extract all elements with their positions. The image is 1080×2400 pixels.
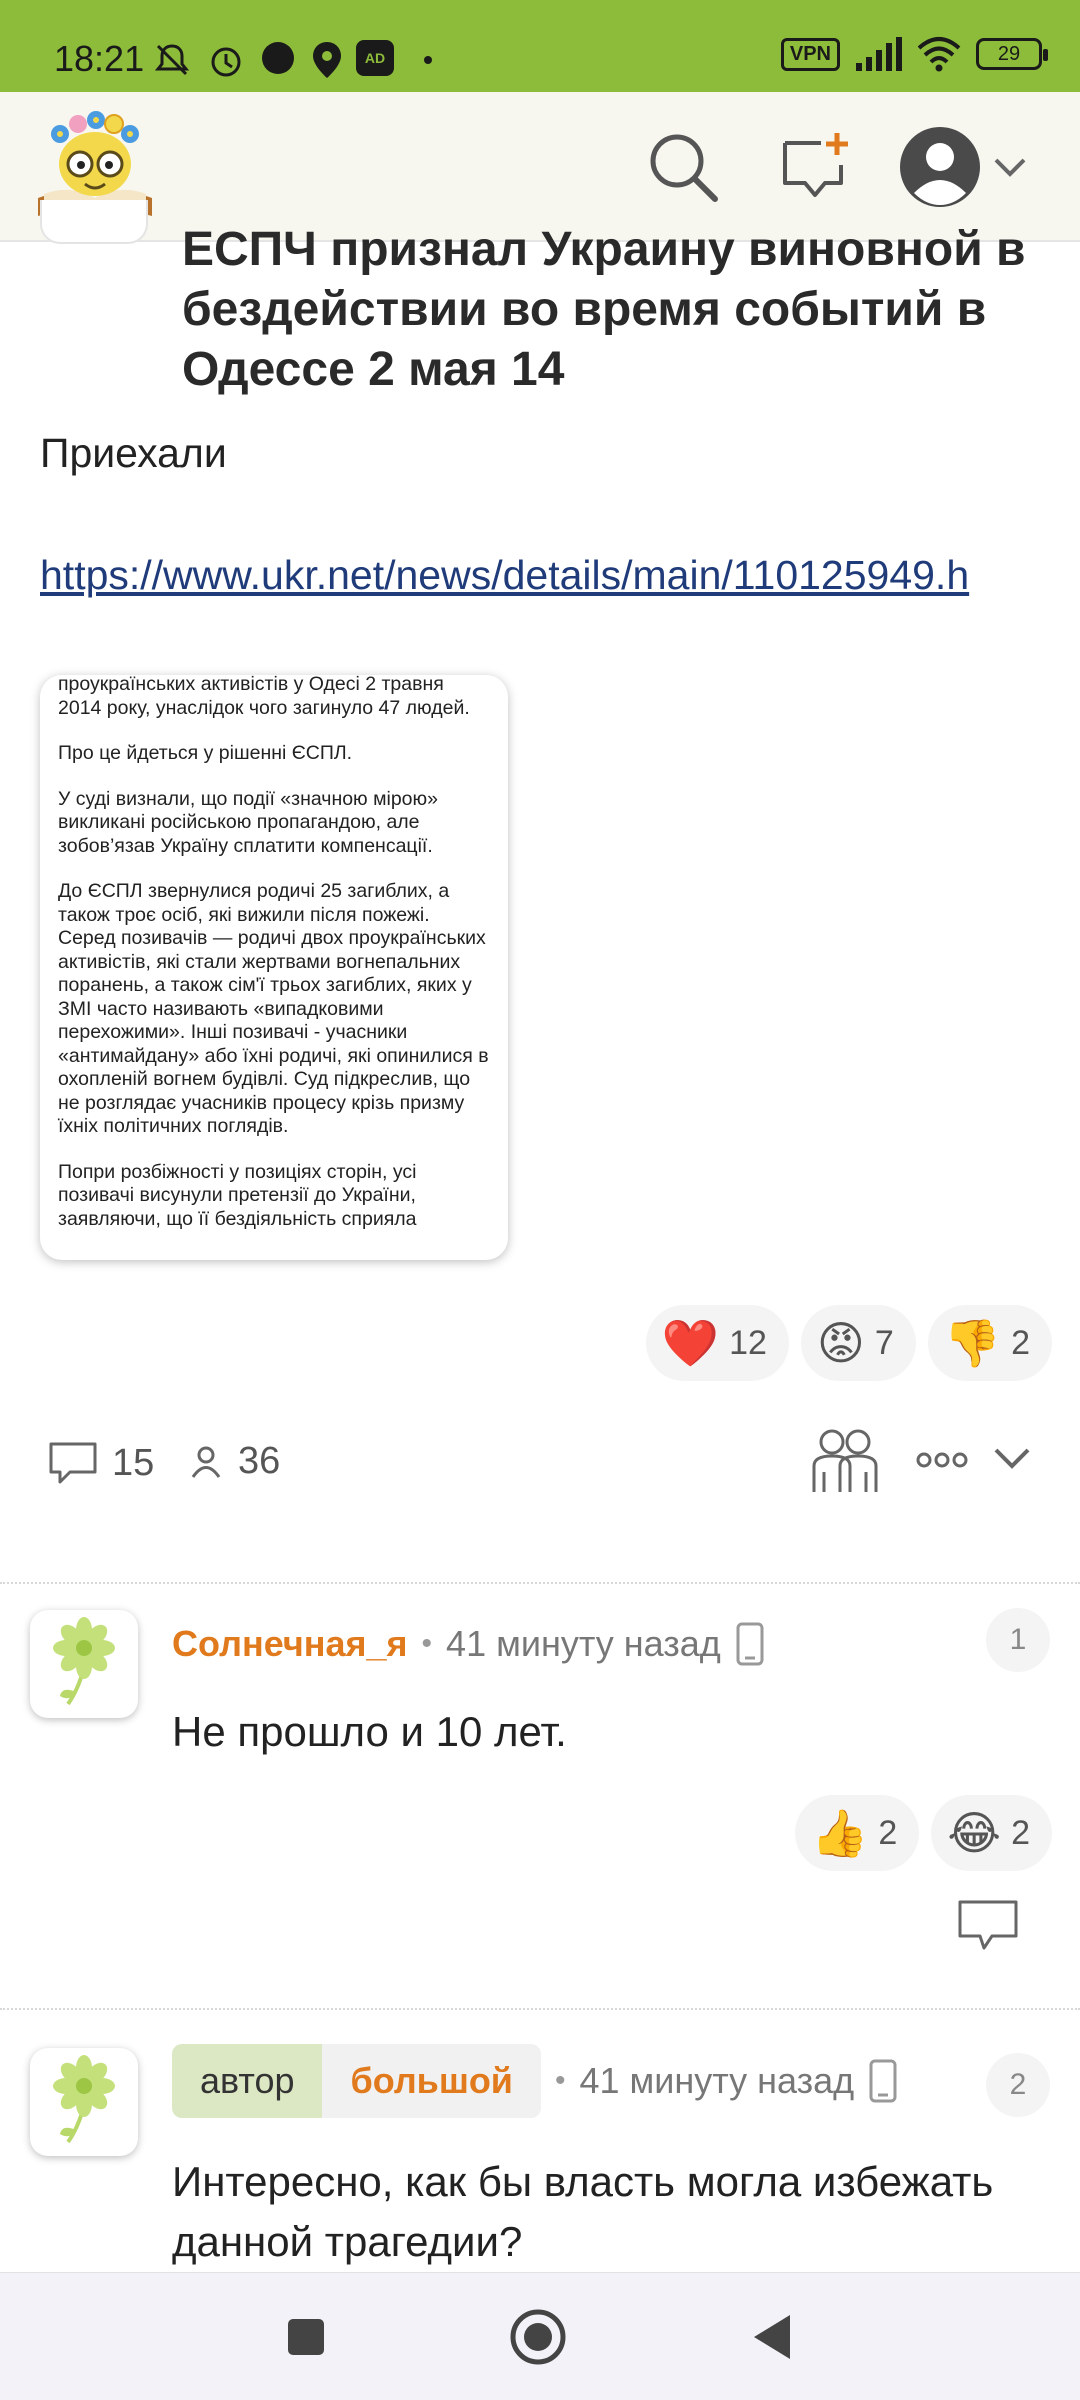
flower-icon xyxy=(53,1617,115,1706)
signal-icon xyxy=(856,37,902,71)
reaction-laugh[interactable]: 😂 2 xyxy=(931,1795,1052,1871)
chevron-down-icon[interactable] xyxy=(992,1444,1032,1474)
status-bar: 18:21 AD VPN 29 xyxy=(0,0,1080,92)
more-options-icon[interactable] xyxy=(916,1448,968,1472)
reaction-count: 2 xyxy=(1011,1323,1030,1362)
wifi-icon xyxy=(917,37,961,72)
mobile-device-icon xyxy=(736,1622,764,1666)
chevron-down-icon xyxy=(994,158,1026,177)
search-button[interactable] xyxy=(638,122,728,212)
ad-blocker-icon: AD xyxy=(356,40,394,76)
comment-author-avatar[interactable] xyxy=(30,2048,138,2156)
profile-menu-button[interactable] xyxy=(898,122,1038,212)
record-dot-icon xyxy=(262,42,294,74)
viewers-counter: 36 xyxy=(188,1440,280,1483)
comment-reactions: 👍 2 😂 2 xyxy=(795,1795,1052,1871)
separator-dot: • xyxy=(554,2064,566,2097)
post-body-text: Приехали xyxy=(40,430,227,476)
location-icon xyxy=(313,42,341,78)
reaction-count: 12 xyxy=(729,1323,767,1362)
person-icon xyxy=(191,1446,221,1478)
alarm-icon xyxy=(211,47,241,77)
more-notifications-dot xyxy=(424,56,432,64)
recents-button-icon[interactable] xyxy=(286,2317,326,2357)
comment-author-name: большой xyxy=(322,2044,541,2118)
image-text-paragraph: Попри розбіжності у позиціях сторін, усі… xyxy=(58,1160,417,1230)
flower-icon xyxy=(53,2055,115,2144)
post-author-avatar[interactable] xyxy=(40,200,148,244)
mobile-device-icon xyxy=(869,2059,897,2103)
reaction-count: 2 xyxy=(1011,1813,1030,1852)
comment-text: Интересно, как бы власть могла избежать … xyxy=(172,2158,994,2265)
heart-emoji-icon: ❤️ xyxy=(661,1316,720,1369)
system-navigation-bar xyxy=(0,2272,1080,2400)
comment-time: 41 минуту назад xyxy=(446,1623,721,1664)
reaction-count: 7 xyxy=(874,1323,894,1362)
post-image[interactable]: проукраїнських активістів у Одесі 2 трав… xyxy=(40,675,508,1260)
laughing-emoji-icon: 😂 xyxy=(947,1807,1002,1859)
reaction-thumbs-up[interactable]: 👍 2 xyxy=(795,1795,920,1871)
post-title: ЕСПЧ признал Украину виновной в бездейст… xyxy=(182,223,1026,396)
viewers-count: 36 xyxy=(238,1440,281,1482)
comments-count: 15 xyxy=(112,1441,155,1484)
comment-icon xyxy=(49,1442,97,1484)
status-time: 18:21 xyxy=(54,38,145,79)
vpn-badge: VPN xyxy=(780,37,840,71)
reaction-thumbs-down[interactable]: 👎 2 xyxy=(927,1305,1052,1381)
separator-dot: • xyxy=(421,1627,433,1660)
comment-author-name[interactable]: Солнечная_я xyxy=(172,1623,408,1665)
divider xyxy=(0,2008,1080,2010)
comment-number: 2 xyxy=(986,2053,1050,2117)
author-tag[interactable]: автор большой xyxy=(172,2044,541,2118)
avatar-icon xyxy=(900,127,980,207)
thumbs-down-emoji-icon: 👎 xyxy=(943,1316,1002,1369)
post-link[interactable]: https://www.ukr.net/news/details/main/11… xyxy=(40,552,969,599)
add-message-icon xyxy=(783,133,848,197)
reaction-heart[interactable]: ❤️ 12 xyxy=(645,1305,789,1381)
status-right: VPN 29 xyxy=(780,36,1048,72)
divider xyxy=(0,1582,1080,1584)
new-post-button[interactable] xyxy=(770,122,860,212)
group-icon[interactable] xyxy=(808,1426,880,1498)
image-text-paragraph: У суді визнали, що події «значною мірою»… xyxy=(58,787,438,857)
author-badge: автор xyxy=(172,2044,323,2118)
reaction-count: 2 xyxy=(878,1813,898,1852)
thumbs-up-emoji-icon: 👍 xyxy=(811,1806,869,1859)
home-button-icon[interactable] xyxy=(508,2307,568,2367)
image-text-paragraph: Про це йдеться у рішенні ЄСПЛ. xyxy=(58,742,353,764)
comment-number: 1 xyxy=(986,1608,1050,1672)
back-button-icon[interactable] xyxy=(750,2313,794,2361)
reaction-angry[interactable]: 😡 7 xyxy=(800,1305,916,1381)
comment-header: Солнечная_я • 41 минуту назад xyxy=(172,1622,765,1666)
comment-header: автор большой • 41 минуту назад xyxy=(172,2044,898,2118)
angry-emoji-icon: 😡 xyxy=(816,1317,865,1369)
battery-indicator: 29 xyxy=(976,38,1048,70)
search-icon xyxy=(650,134,718,202)
image-text-paragraph: До ЄСПЛ звернулися родичі 25 загиблих, а… xyxy=(58,880,489,1137)
image-text-paragraph: проукраїнських активістів у Одесі 2 трав… xyxy=(58,675,470,719)
post-stats-bar: 15 36 xyxy=(48,1429,1048,1502)
comments-counter[interactable]: 15 xyxy=(48,1440,154,1486)
post-reactions: ❤️ 12 😡 7 👎 2 xyxy=(645,1305,1052,1381)
reply-icon[interactable] xyxy=(956,1898,1020,1954)
comment-time: 41 минуту назад xyxy=(579,2060,855,2101)
comment-author-avatar[interactable] xyxy=(30,1610,138,1718)
comment-text: Не прошло и 10 лет. xyxy=(172,1708,567,1755)
mute-bell-icon xyxy=(154,44,190,76)
